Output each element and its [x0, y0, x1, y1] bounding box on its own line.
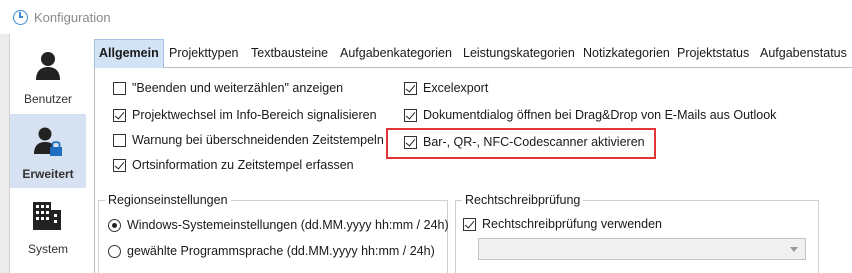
clock-icon — [13, 10, 28, 25]
group-rechtschreibpruefung: Rechtschreibprüfung — [455, 193, 819, 273]
tab-aufgabenkategorien[interactable]: Aufgabenkategorien — [340, 42, 452, 68]
left-edge-strip — [0, 34, 10, 273]
sidebar-item-benutzer[interactable]: Benutzer — [10, 40, 86, 114]
checkbox[interactable] — [113, 109, 126, 122]
checkbox[interactable] — [404, 82, 417, 95]
tab-allgemein[interactable]: Allgemein — [94, 39, 164, 68]
title-bar: Konfiguration — [0, 0, 852, 34]
checkbox[interactable] — [463, 218, 476, 231]
highlight-box — [386, 128, 656, 159]
user-lock-icon — [34, 127, 62, 156]
group-title: Regionseinstellungen — [105, 193, 231, 207]
checkbox[interactable] — [113, 82, 126, 95]
sidebar-item-system[interactable]: System — [10, 192, 86, 266]
option-label: Warnung bei überschneidenden Zeitstempel… — [132, 133, 384, 147]
radio-label: Windows-Systemeinstellungen (dd.MM.yyyy … — [127, 218, 449, 232]
checkbox[interactable] — [113, 159, 126, 172]
tab-aufgabenstatus[interactable]: Aufgabenstatus — [760, 42, 847, 68]
tab-leistungskategorien[interactable]: Leistungskategorien — [463, 42, 575, 68]
tab-textbausteine[interactable]: Textbausteine — [251, 42, 328, 68]
tab-projektstatus[interactable]: Projektstatus — [677, 42, 749, 68]
option-label: "Beenden und weiterzählen" anzeigen — [132, 81, 344, 95]
option-label: Projektwechsel im Info-Bereich signalisi… — [132, 108, 377, 122]
group-regionseinstellungen: Regionseinstellungen — [98, 193, 448, 273]
option-label: Ortsinformation zu Zeitstempel erfassen — [132, 158, 354, 172]
group-title: Rechtschreibprüfung — [462, 193, 584, 207]
option-label: Dokumentdialog öffnen bei Drag&Drop von … — [423, 108, 777, 122]
sidebar-item-erweitert[interactable]: Erweitert — [10, 114, 86, 188]
option-label: Rechtschreibprüfung verwenden — [482, 217, 662, 231]
language-dropdown[interactable] — [478, 238, 806, 260]
sidebar: Benutzer Erweitert System — [10, 34, 86, 273]
sidebar-item-label: System — [27, 242, 68, 256]
user-icon — [36, 52, 60, 80]
building-icon — [33, 202, 61, 230]
radio-label: gewählte Programmsprache (dd.MM.yyyy hh:… — [127, 244, 435, 258]
tab-notizkategorien[interactable]: Notizkategorien — [583, 42, 670, 68]
checkbox[interactable] — [113, 134, 126, 147]
checkbox[interactable] — [404, 109, 417, 122]
option-label: Excelexport — [423, 81, 489, 95]
radio-button[interactable] — [108, 245, 121, 258]
sidebar-item-label: Benutzer — [23, 92, 73, 106]
tab-projekttypen[interactable]: Projekttypen — [169, 42, 238, 68]
window-title: Konfiguration — [34, 10, 111, 25]
tab-bar: Allgemein Projekttypen Textbausteine Auf… — [94, 38, 852, 68]
chevron-down-icon — [790, 247, 798, 252]
sidebar-item-label: Erweitert — [22, 167, 74, 181]
radio-button[interactable] — [108, 219, 121, 232]
